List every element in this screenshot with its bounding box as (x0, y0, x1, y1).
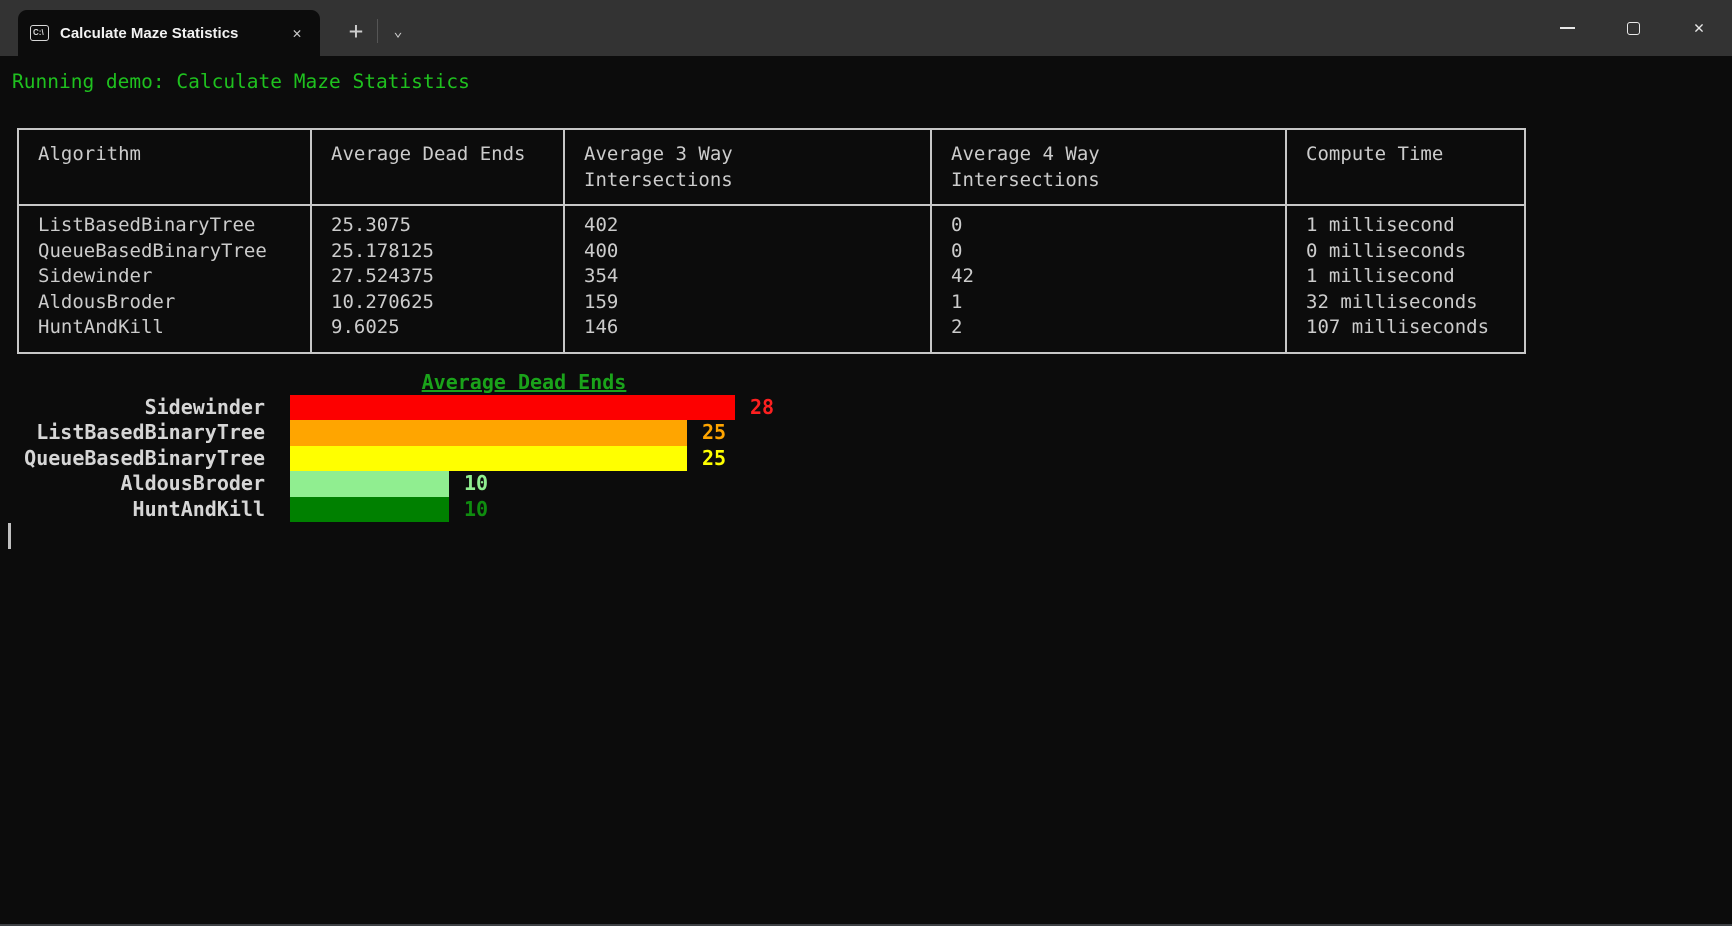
chart-value-label: 25 (702, 446, 726, 472)
minimize-button[interactable] (1534, 0, 1600, 56)
chart-rows: Sidewinder28ListBasedBinaryTree25QueueBa… (0, 395, 1732, 523)
tabbar-divider (377, 19, 378, 43)
table-cell: 1 (951, 290, 1285, 316)
table-cell: ListBasedBinaryTree (38, 213, 310, 239)
table-cell: 146 (584, 315, 930, 341)
chart-row: QueueBasedBinaryTree 25 (0, 446, 1732, 472)
stats-table-body: ListBasedBinaryTreeQueueBasedBinaryTreeS… (19, 206, 1524, 352)
titlebar: C:\ Calculate Maze Statistics ✕ + ⌄ ✕ (0, 0, 1732, 56)
table-cell: 2 (951, 315, 1285, 341)
tab-dropdown-button[interactable]: ⌄ (381, 14, 415, 48)
chart-bar (290, 420, 687, 446)
maximize-icon (1627, 22, 1640, 35)
cmd-icon: C:\ (30, 25, 49, 41)
running-demo-line: Running demo: Calculate Maze Statistics (12, 69, 1732, 95)
table-cell: 32 milliseconds (1306, 290, 1524, 316)
table-header-cell: Average Dead Ends (312, 130, 565, 204)
table-header-cell: Compute Time (1287, 130, 1524, 204)
table-cell: Sidewinder (38, 264, 310, 290)
chart-bar (290, 471, 449, 497)
tab-title: Calculate Maze Statistics (60, 25, 282, 42)
chart-category-label: QueueBasedBinaryTree (0, 446, 265, 472)
table-header-cell: Algorithm (19, 130, 312, 204)
window-controls: ✕ (1534, 0, 1732, 56)
table-cell: 25.178125 (331, 239, 563, 265)
chart-row: ListBasedBinaryTree 25 (0, 420, 1732, 446)
table-column: 402400354159146 (565, 206, 932, 352)
tab-calculate-maze-statistics[interactable]: C:\ Calculate Maze Statistics ✕ (18, 10, 320, 56)
chart-category-label: HuntAndKill (0, 497, 265, 523)
table-cell: 0 milliseconds (1306, 239, 1524, 265)
table-cell: 42 (951, 264, 1285, 290)
chart-value-label: 25 (702, 420, 726, 446)
table-column: 1 millisecond0 milliseconds1 millisecond… (1287, 206, 1524, 352)
table-cell: 402 (584, 213, 930, 239)
maximize-button[interactable] (1600, 0, 1666, 56)
chart-bar (290, 395, 735, 421)
table-cell: AldousBroder (38, 290, 310, 316)
table-cell: 27.524375 (331, 264, 563, 290)
table-column: 004212 (932, 206, 1287, 352)
chart-row: AldousBroder 10 (0, 471, 1732, 497)
chart-row: HuntAndKill 10 (0, 497, 1732, 523)
table-cell: 0 (951, 239, 1285, 265)
table-column: 25.307525.17812527.52437510.2706259.6025 (312, 206, 565, 352)
table-cell: 10.270625 (331, 290, 563, 316)
chart-row: Sidewinder 28 (0, 395, 1732, 421)
close-icon: ✕ (1694, 18, 1704, 38)
minimize-icon (1560, 27, 1575, 29)
chart-value-label: 10 (464, 471, 488, 497)
maze-statistics-table: AlgorithmAverage Dead EndsAverage 3 Way … (17, 128, 1526, 354)
tab-close-icon[interactable]: ✕ (282, 18, 312, 48)
chart-bar (290, 497, 449, 523)
table-cell: 25.3075 (331, 213, 563, 239)
table-cell: HuntAndKill (38, 315, 310, 341)
table-cell: 9.6025 (331, 315, 563, 341)
table-cell: 0 (951, 213, 1285, 239)
table-header-cell: Average 4 Way Intersections (932, 130, 1287, 204)
chart-title-wrap: Average Dead Ends (0, 369, 1048, 395)
chart-value-label: 28 (750, 395, 774, 421)
table-header-row: AlgorithmAverage Dead EndsAverage 3 Way … (19, 130, 1524, 206)
table-cell: 400 (584, 239, 930, 265)
table-cell: 354 (584, 264, 930, 290)
chart-category-label: ListBasedBinaryTree (0, 420, 265, 446)
table-cell: 159 (584, 290, 930, 316)
average-dead-ends-chart: Average Dead Ends Sidewinder28ListBasedB… (0, 369, 1732, 523)
chart-bar (290, 446, 687, 472)
terminal-output: Running demo: Calculate Maze Statistics … (0, 56, 1732, 549)
chart-value-label: 10 (464, 497, 488, 523)
table-cell: QueueBasedBinaryTree (38, 239, 310, 265)
terminal-cursor[interactable] (8, 523, 11, 549)
chart-title: Average Dead Ends (422, 370, 627, 394)
table-header-cell: Average 3 Way Intersections (565, 130, 932, 204)
table-column: ListBasedBinaryTreeQueueBasedBinaryTreeS… (19, 206, 312, 352)
chart-category-label: AldousBroder (0, 471, 265, 497)
table-cell: 1 millisecond (1306, 213, 1524, 239)
table-cell: 1 millisecond (1306, 264, 1524, 290)
chevron-down-icon: ⌄ (393, 22, 402, 40)
table-cell: 107 milliseconds (1306, 315, 1524, 341)
new-tab-button[interactable]: + (338, 14, 374, 48)
chart-category-label: Sidewinder (0, 395, 265, 421)
close-button[interactable]: ✕ (1666, 0, 1732, 56)
